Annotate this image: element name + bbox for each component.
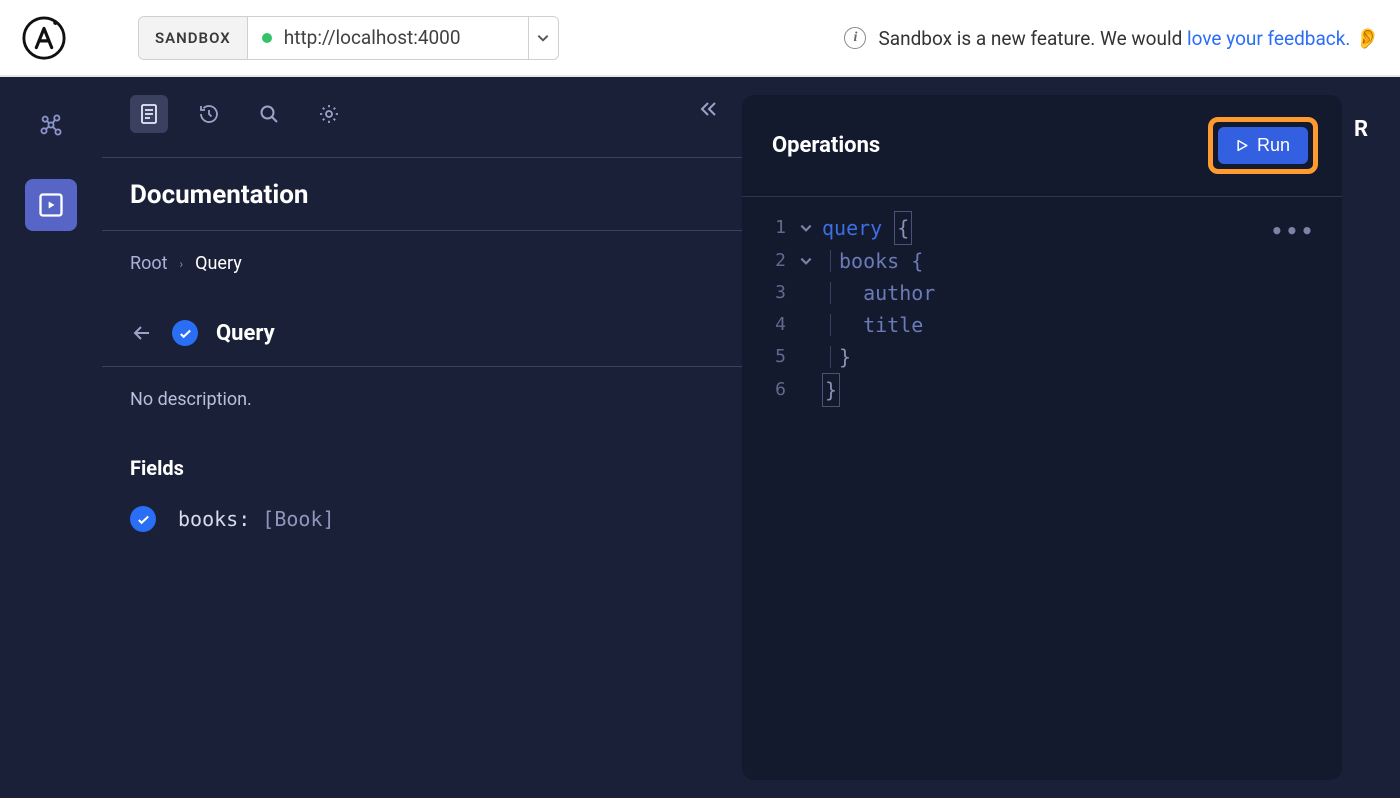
explorer-icon[interactable] bbox=[25, 179, 77, 231]
documentation-panel: Documentation Root › Query Query No desc… bbox=[102, 77, 742, 798]
line-number: 3 bbox=[760, 279, 786, 308]
endpoint-url[interactable]: http://localhost:4000 bbox=[248, 17, 528, 59]
sandbox-badge: SANDBOX bbox=[139, 17, 248, 59]
history-icon[interactable] bbox=[190, 95, 228, 133]
main-area: Documentation Root › Query Query No desc… bbox=[0, 77, 1400, 798]
fields-heading: Fields bbox=[102, 432, 742, 498]
banner-text: Sandbox is a new feature. We would bbox=[878, 27, 1187, 50]
ops-wrap: Operations Run ••• 1 query { bbox=[742, 77, 1400, 798]
settings-icon[interactable] bbox=[310, 95, 348, 133]
run-button-label: Run bbox=[1257, 135, 1290, 156]
run-button-highlight: Run bbox=[1208, 117, 1318, 174]
endpoint-selector[interactable]: SANDBOX http://localhost:4000 bbox=[138, 16, 559, 60]
operations-header: Operations Run bbox=[742, 117, 1342, 197]
type-header: Query bbox=[102, 306, 742, 367]
left-rail bbox=[0, 77, 102, 798]
code-keyword: query bbox=[822, 212, 882, 244]
check-badge-icon bbox=[172, 320, 198, 346]
field-check-icon bbox=[130, 506, 156, 532]
feedback-banner: i Sandbox is a new feature. We would lov… bbox=[844, 26, 1380, 50]
fold-icon[interactable] bbox=[796, 221, 816, 235]
feedback-link[interactable]: love your feedback. bbox=[1187, 27, 1350, 50]
field-row[interactable]: books: [Book] bbox=[102, 498, 742, 540]
run-button[interactable]: Run bbox=[1218, 127, 1308, 164]
code-brace: { bbox=[894, 211, 912, 245]
apollo-logo bbox=[20, 14, 68, 62]
operations-panel: Operations Run ••• 1 query { bbox=[742, 95, 1342, 780]
field-type: [Book] bbox=[262, 507, 334, 531]
status-dot-icon bbox=[262, 33, 272, 43]
endpoint-url-text: http://localhost:4000 bbox=[284, 26, 461, 49]
code-token: title bbox=[863, 309, 923, 341]
ear-icon: 👂 bbox=[1355, 26, 1380, 50]
top-bar: SANDBOX http://localhost:4000 i Sandbox … bbox=[0, 0, 1400, 77]
back-arrow-icon[interactable] bbox=[130, 321, 154, 345]
code-token: books { bbox=[839, 245, 923, 277]
type-description: No description. bbox=[102, 367, 742, 432]
code-brace: } bbox=[839, 341, 851, 373]
type-name: Query bbox=[216, 321, 275, 346]
line-number: 6 bbox=[760, 376, 786, 405]
doc-title: Documentation bbox=[102, 158, 742, 231]
breadcrumb-current: Query bbox=[195, 253, 242, 274]
search-icon[interactable] bbox=[250, 95, 288, 133]
play-icon bbox=[1236, 139, 1249, 152]
code-brace: } bbox=[822, 373, 840, 407]
chevron-right-icon: › bbox=[180, 257, 184, 271]
doc-toolbar bbox=[102, 95, 742, 158]
code-token: author bbox=[863, 277, 935, 309]
doc-tab-icon[interactable] bbox=[130, 95, 168, 133]
operations-title: Operations bbox=[772, 133, 880, 158]
more-options-icon[interactable]: ••• bbox=[1271, 215, 1316, 247]
collapse-panel-icon[interactable] bbox=[696, 97, 720, 125]
line-number: 4 bbox=[760, 311, 786, 340]
response-panel-title: R bbox=[1342, 95, 1398, 798]
line-number: 5 bbox=[760, 343, 786, 372]
breadcrumb-root[interactable]: Root bbox=[130, 253, 168, 274]
line-number: 2 bbox=[760, 247, 786, 276]
endpoint-dropdown-toggle[interactable] bbox=[528, 17, 558, 59]
breadcrumb: Root › Query bbox=[102, 231, 742, 306]
query-editor[interactable]: ••• 1 query { 2 books { 3 bbox=[742, 197, 1342, 421]
field-name: books: bbox=[178, 507, 250, 531]
schema-graph-icon[interactable] bbox=[25, 99, 77, 151]
info-icon: i bbox=[844, 27, 866, 49]
line-number: 1 bbox=[760, 214, 786, 243]
fold-icon[interactable] bbox=[796, 254, 816, 268]
